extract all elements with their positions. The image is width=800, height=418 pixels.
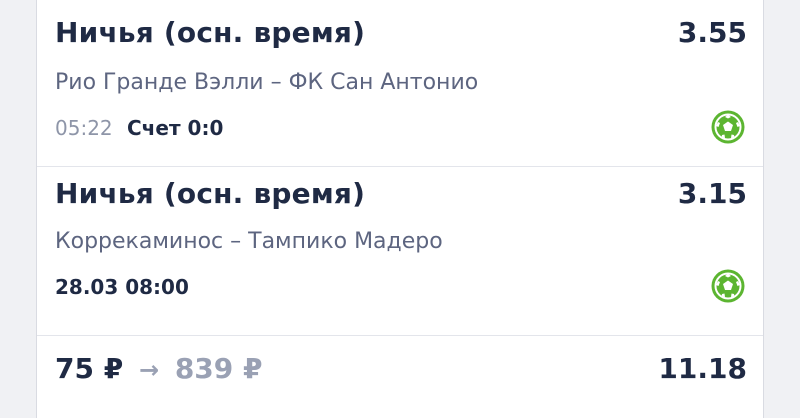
bet-market: Ничья (осн. время) xyxy=(55,16,366,49)
stake-summary: 75 ₽ → 839 ₽ xyxy=(55,352,263,385)
bet-odds: 3.15 xyxy=(677,177,747,210)
stake-amount: 75 ₽ xyxy=(55,352,124,385)
bet-item[interactable]: Ничья (осн. время) 3.55 Рио Гранде Вэлли… xyxy=(37,0,763,166)
arrow-right-icon: → xyxy=(138,356,160,384)
match-time: 05:22 xyxy=(55,116,113,140)
bet-item[interactable]: Ничья (осн. время) 3.15 Коррекаминос – Т… xyxy=(37,167,763,335)
bet-status: 05:22 Счет 0:0 xyxy=(55,116,223,140)
potential-payout: 839 ₽ xyxy=(174,352,263,385)
soccer-ball-icon xyxy=(711,269,745,303)
bet-teams: Коррекаминос – Тампико Мадеро xyxy=(55,229,443,254)
divider xyxy=(37,335,763,336)
bet-teams: Рио Гранде Вэлли – ФК Сан Антонио xyxy=(55,70,479,95)
total-odds: 11.18 xyxy=(658,352,747,385)
bet-status: 28.03 08:00 xyxy=(55,275,189,299)
bet-slip-card: Ничья (осн. время) 3.55 Рио Гранде Вэлли… xyxy=(36,0,764,418)
bet-odds: 3.55 xyxy=(677,16,747,49)
bet-market: Ничья (осн. время) xyxy=(55,177,366,210)
match-score: Счет 0:0 xyxy=(127,116,224,140)
soccer-ball-icon xyxy=(711,110,745,144)
match-date: 28.03 08:00 xyxy=(55,275,189,299)
